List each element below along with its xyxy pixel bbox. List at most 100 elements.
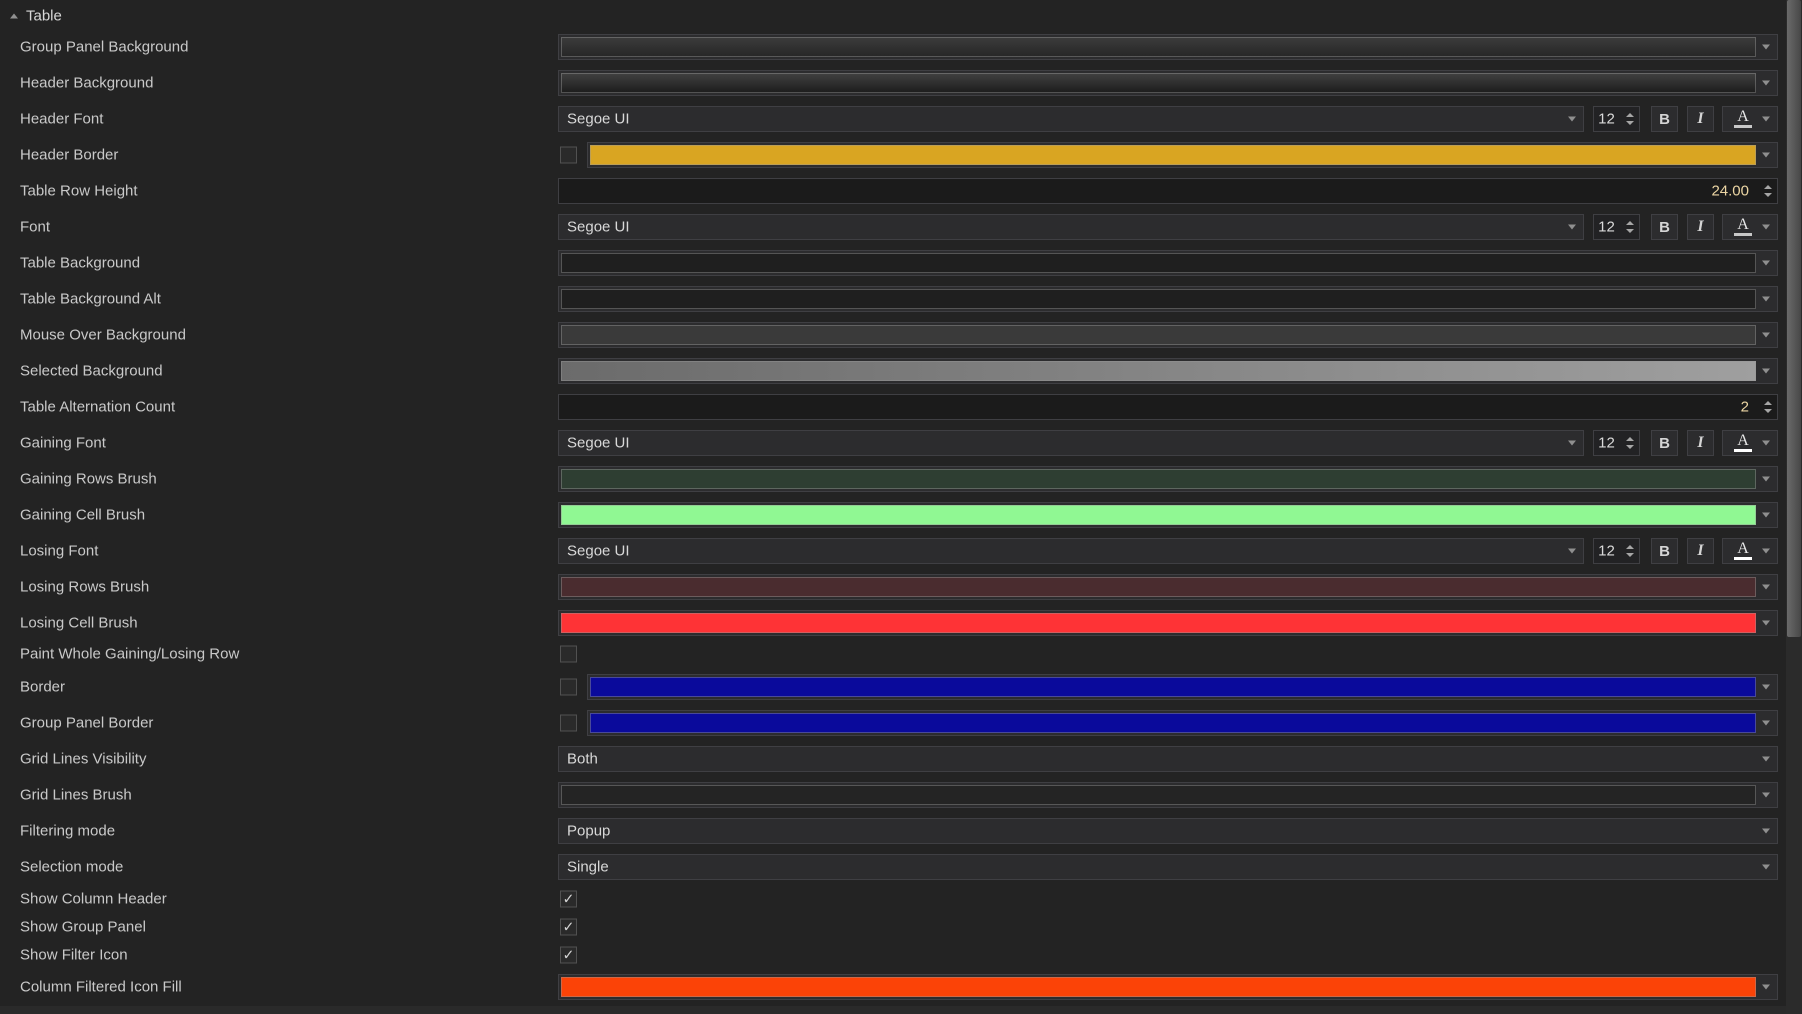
color-dropdown[interactable] — [558, 250, 1778, 276]
brush-dropdown[interactable] — [558, 34, 1778, 60]
checkbox[interactable]: ✓ — [560, 947, 577, 964]
italic-button[interactable]: I — [1687, 538, 1714, 564]
chevron-down-icon — [1762, 829, 1770, 834]
group-header-table[interactable]: Table — [0, 2, 1786, 30]
row-label: Show Column Header — [20, 891, 167, 908]
settings-row: Paint Whole Gaining/Losing Row ✓ — [0, 639, 1786, 669]
spinner-buttons[interactable] — [1626, 221, 1634, 233]
font-size-value: 12 — [1594, 543, 1619, 560]
spin-up-icon[interactable] — [1626, 221, 1634, 225]
color-dropdown[interactable] — [558, 322, 1778, 348]
bold-label: B — [1659, 111, 1670, 128]
italic-button[interactable]: I — [1687, 430, 1714, 456]
font-color-dropdown[interactable]: A — [1722, 214, 1778, 240]
settings-row: Grid Lines Brush — [0, 777, 1786, 813]
scrollbar-thumb[interactable] — [1787, 0, 1801, 637]
font-color-dropdown[interactable]: A — [1722, 538, 1778, 564]
bold-button[interactable]: B — [1651, 538, 1678, 564]
color-swatch — [590, 677, 1756, 697]
italic-label: I — [1697, 110, 1703, 128]
brush-dropdown[interactable] — [558, 70, 1778, 96]
bold-label: B — [1659, 543, 1670, 560]
font-size-spinner[interactable]: 12 — [1593, 214, 1640, 240]
bold-button[interactable]: B — [1651, 214, 1678, 240]
checkbox[interactable]: ✓ — [560, 715, 577, 732]
font-family-dropdown[interactable]: Segoe UI — [558, 430, 1584, 456]
number-value: 24.00 — [1711, 183, 1749, 200]
chevron-down-icon — [1762, 685, 1770, 690]
row-label: Show Group Panel — [20, 919, 146, 936]
number-field[interactable]: 2 — [558, 394, 1778, 420]
checkbox[interactable]: ✓ — [560, 147, 577, 164]
spinner-buttons[interactable] — [1626, 113, 1634, 125]
spin-down-icon[interactable] — [1764, 409, 1772, 413]
color-dropdown[interactable] — [558, 286, 1778, 312]
checkbox[interactable]: ✓ — [560, 646, 577, 663]
font-size-value: 12 — [1594, 111, 1619, 128]
checkbox[interactable]: ✓ — [560, 891, 577, 908]
collapse-arrow-icon[interactable] — [10, 14, 18, 19]
italic-button[interactable]: I — [1687, 106, 1714, 132]
font-size-spinner[interactable]: 12 — [1593, 538, 1640, 564]
font-color-dropdown[interactable]: A — [1722, 430, 1778, 456]
spinner-buttons[interactable] — [1764, 401, 1772, 413]
spin-down-icon[interactable] — [1764, 193, 1772, 197]
font-color-dropdown[interactable]: A — [1722, 106, 1778, 132]
chevron-down-icon — [1568, 549, 1576, 554]
chevron-down-icon — [1568, 117, 1576, 122]
color-dropdown[interactable] — [558, 502, 1778, 528]
spin-down-icon[interactable] — [1626, 445, 1634, 449]
color-dropdown[interactable] — [558, 782, 1778, 808]
row-label: Paint Whole Gaining/Losing Row — [20, 646, 239, 663]
spinner-buttons[interactable] — [1626, 437, 1634, 449]
checkbox[interactable]: ✓ — [560, 679, 577, 696]
color-dropdown[interactable] — [587, 710, 1778, 736]
row-label: Font — [20, 219, 50, 236]
font-family-dropdown[interactable]: Segoe UI — [558, 538, 1584, 564]
spinner-buttons[interactable] — [1626, 545, 1634, 557]
checkmark-icon: ✓ — [563, 920, 575, 934]
select-dropdown[interactable]: Single — [558, 854, 1778, 880]
select-dropdown[interactable]: Popup — [558, 818, 1778, 844]
font-size-spinner[interactable]: 12 — [1593, 106, 1640, 132]
spin-down-icon[interactable] — [1626, 229, 1634, 233]
select-value: Single — [567, 859, 609, 876]
spin-up-icon[interactable] — [1764, 401, 1772, 405]
spinner-buttons[interactable] — [1764, 185, 1772, 197]
font-family-dropdown[interactable]: Segoe UI — [558, 214, 1584, 240]
italic-button[interactable]: I — [1687, 214, 1714, 240]
color-dropdown[interactable] — [558, 466, 1778, 492]
checkbox[interactable]: ✓ — [560, 919, 577, 936]
bold-button[interactable]: B — [1651, 430, 1678, 456]
bold-label: B — [1659, 219, 1670, 236]
color-dropdown[interactable] — [587, 142, 1778, 168]
spin-down-icon[interactable] — [1626, 121, 1634, 125]
font-color-icon: A — [1733, 109, 1753, 128]
font-family-value: Segoe UI — [567, 435, 630, 452]
font-family-dropdown[interactable]: Segoe UI — [558, 106, 1584, 132]
spin-up-icon[interactable] — [1626, 113, 1634, 117]
select-dropdown[interactable]: Both — [558, 746, 1778, 772]
color-dropdown[interactable] — [558, 610, 1778, 636]
settings-row: Table Alternation Count 2 — [0, 389, 1786, 425]
chevron-down-icon — [1762, 721, 1770, 726]
number-field[interactable]: 24.00 — [558, 178, 1778, 204]
settings-row: Table Background — [0, 245, 1786, 281]
color-dropdown[interactable] — [558, 974, 1778, 1000]
settings-row: Selection mode Single — [0, 849, 1786, 885]
checkmark-icon: ✓ — [563, 892, 575, 906]
spin-down-icon[interactable] — [1626, 553, 1634, 557]
font-size-spinner[interactable]: 12 — [1593, 430, 1640, 456]
brush-dropdown[interactable] — [558, 358, 1778, 384]
spin-up-icon[interactable] — [1626, 545, 1634, 549]
settings-row: Gaining Cell Brush — [0, 497, 1786, 533]
color-swatch — [561, 577, 1756, 597]
group-title: Table — [26, 8, 62, 25]
color-dropdown[interactable] — [587, 674, 1778, 700]
color-dropdown[interactable] — [558, 574, 1778, 600]
settings-row: Group Panel Background — [0, 29, 1786, 65]
vertical-scrollbar[interactable] — [1786, 0, 1802, 1014]
spin-up-icon[interactable] — [1764, 185, 1772, 189]
bold-button[interactable]: B — [1651, 106, 1678, 132]
spin-up-icon[interactable] — [1626, 437, 1634, 441]
